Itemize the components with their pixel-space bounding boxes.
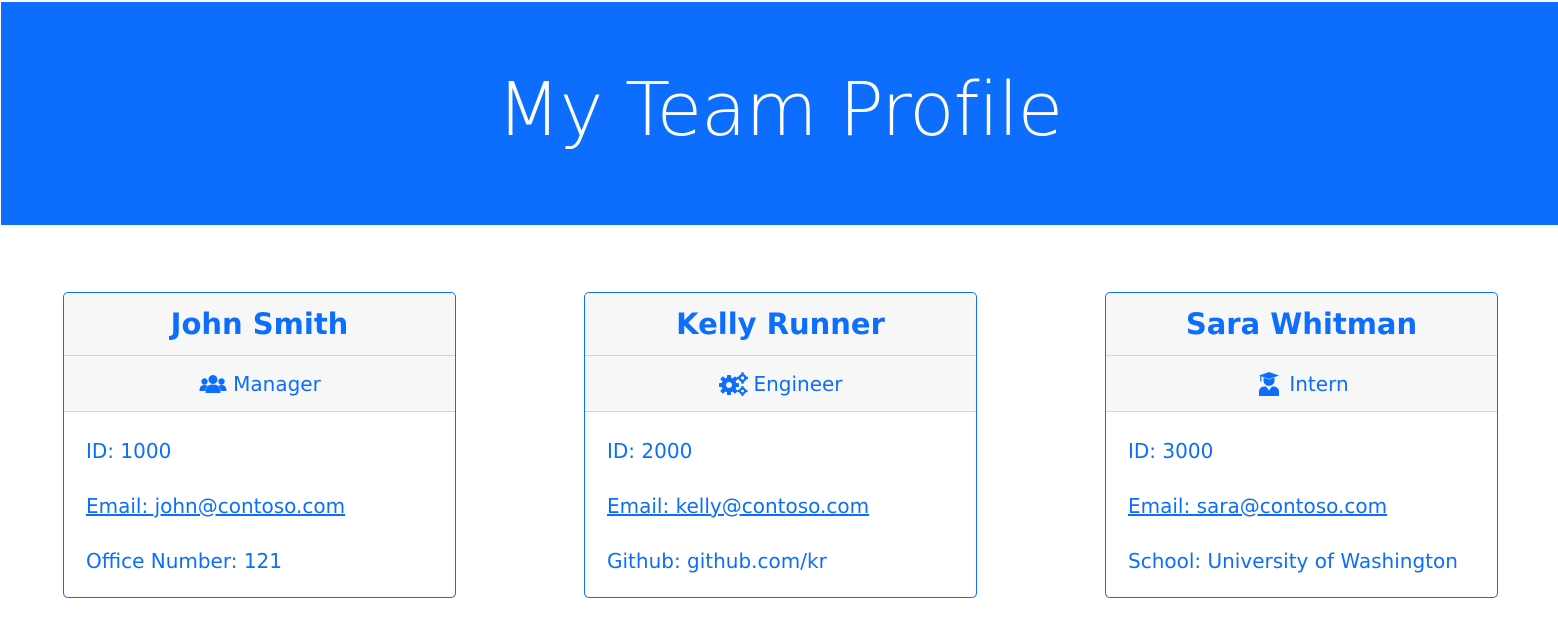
employee-details: ID: 3000 Email: sara@contoso.com School:… — [1106, 412, 1497, 597]
employee-role-label: Intern — [1289, 371, 1349, 396]
employee-id: ID: 3000 — [1128, 439, 1214, 463]
employee-github: Github: github.com/kr — [607, 549, 827, 573]
employee-card-engineer: Kelly Runner Engineer ID: 2000 Email: ke… — [584, 292, 977, 598]
page-header: My Team Profile — [1, 2, 1558, 225]
employee-email-link[interactable]: Email: john@contoso.com — [86, 494, 345, 518]
graduate-icon — [1254, 371, 1284, 396]
team-cards: John Smith Manager ID: 1000 Email: john@… — [0, 292, 1558, 602]
employee-name: John Smith — [64, 293, 455, 356]
employee-name: Kelly Runner — [585, 293, 976, 356]
employee-role: Manager — [64, 356, 455, 412]
employee-role-label: Engineer — [753, 371, 843, 396]
page-title: My Team Profile — [496, 66, 1063, 153]
employee-card-intern: Sara Whitman Intern ID: 3000 Email: sara… — [1105, 292, 1498, 598]
employee-role: Engineer — [585, 356, 976, 412]
employee-email-link[interactable]: Email: sara@contoso.com — [1128, 494, 1387, 518]
employee-id: ID: 1000 — [86, 439, 172, 463]
employee-details: ID: 2000 Email: kelly@contoso.com Github… — [585, 412, 976, 597]
employee-email-link[interactable]: Email: kelly@contoso.com — [607, 494, 869, 518]
users-icon — [198, 372, 228, 396]
employee-role-label: Manager — [233, 371, 321, 396]
gears-icon — [718, 371, 749, 396]
employee-school: School: University of Washington — [1128, 549, 1458, 573]
employee-name: Sara Whitman — [1106, 293, 1497, 356]
employee-id: ID: 2000 — [607, 439, 693, 463]
employee-office-number: Office Number: 121 — [86, 549, 282, 573]
employee-card-manager: John Smith Manager ID: 1000 Email: john@… — [63, 292, 456, 598]
employee-role: Intern — [1106, 356, 1497, 412]
employee-details: ID: 1000 Email: john@contoso.com Office … — [64, 412, 455, 597]
